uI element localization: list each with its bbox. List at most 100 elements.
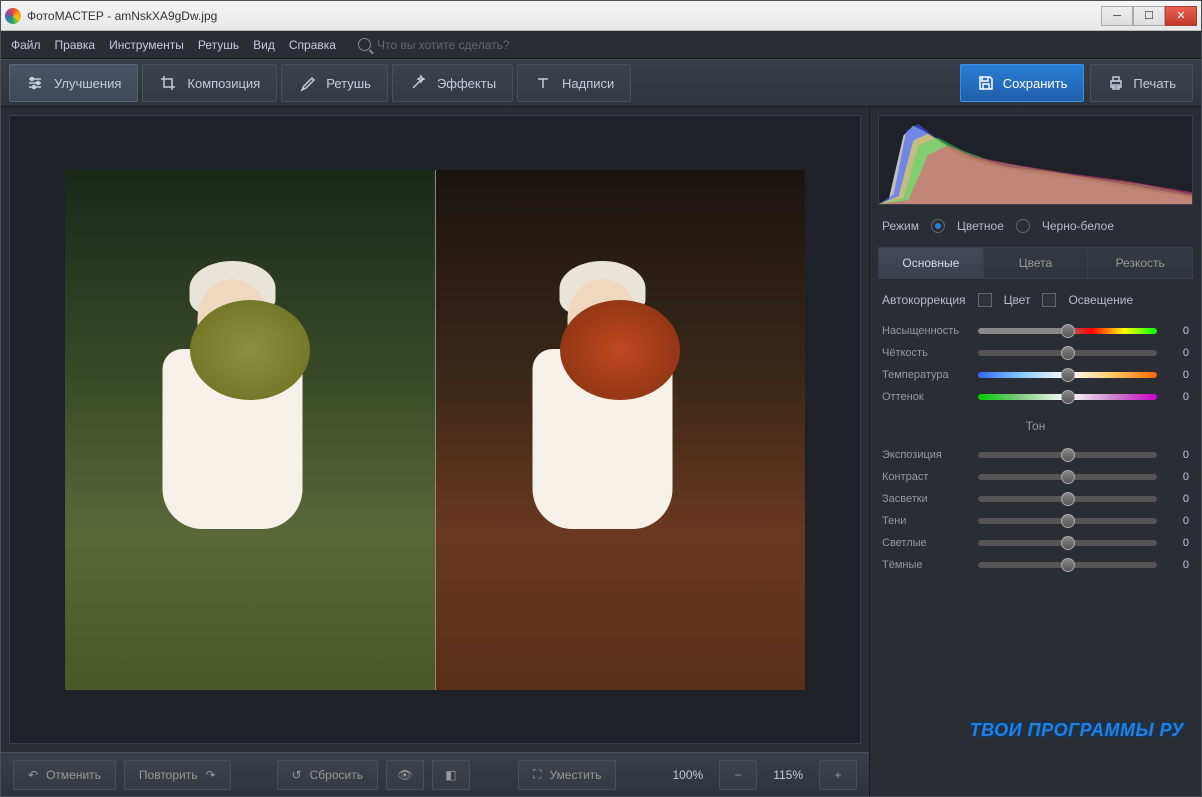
slider-thumb[interactable]: [1061, 346, 1075, 360]
menu-view[interactable]: Вид: [253, 38, 275, 52]
slider-value: 0: [1165, 515, 1189, 527]
undo-label: Отменить: [46, 768, 101, 782]
slider-label: Оттенок: [882, 391, 970, 403]
tab-colors[interactable]: Цвета: [984, 248, 1089, 278]
tone-slider-row: Тёмные0: [882, 559, 1189, 571]
slider-thumb[interactable]: [1061, 514, 1075, 528]
plus-icon: +: [834, 768, 841, 782]
tab-composition[interactable]: Композиция: [142, 64, 277, 102]
slider-thumb[interactable]: [1061, 448, 1075, 462]
tone-slider-row: Контраст0: [882, 471, 1189, 483]
slider-track[interactable]: [978, 496, 1157, 502]
checkbox-light[interactable]: [1042, 293, 1056, 307]
tab-label: Надписи: [562, 76, 614, 91]
slider-thumb[interactable]: [1061, 390, 1075, 404]
slider-thumb[interactable]: [1061, 324, 1075, 338]
fit-button[interactable]: ⛶ Уместить: [518, 760, 616, 790]
slider-track[interactable]: [978, 350, 1157, 356]
slider-thumb[interactable]: [1061, 536, 1075, 550]
menu-file[interactable]: Файл: [11, 38, 41, 52]
preview-button[interactable]: 👁: [386, 760, 424, 790]
tone-slider-row: Светлые 0: [882, 537, 1189, 549]
wand-icon: [409, 74, 427, 92]
canvas-viewport[interactable]: [9, 115, 861, 744]
menu-retouch[interactable]: Ретушь: [198, 38, 239, 52]
image-after: [435, 170, 806, 690]
slider-track[interactable]: [978, 394, 1157, 400]
save-button[interactable]: Сохранить: [960, 64, 1085, 102]
tab-effects[interactable]: Эффекты: [392, 64, 513, 102]
menu-edit[interactable]: Правка: [55, 38, 96, 52]
checkbox-color[interactable]: [978, 293, 992, 307]
slider-track[interactable]: [978, 452, 1157, 458]
slider-label: Контраст: [882, 471, 970, 483]
slider-label: Экспозиция: [882, 449, 970, 461]
auto-correction-row: Автокоррекция Цвет Освещение: [878, 287, 1193, 313]
slider-value: 0: [1165, 493, 1189, 505]
brush-icon: [298, 74, 316, 92]
zoom-in-button[interactable]: +: [819, 760, 857, 790]
tone-slider-row: Засветки0: [882, 493, 1189, 505]
tab-label: Композиция: [187, 76, 260, 91]
slider-thumb[interactable]: [1061, 558, 1075, 572]
minus-icon: −: [735, 768, 742, 782]
slider-value: 0: [1165, 369, 1189, 381]
menu-help[interactable]: Справка: [289, 38, 336, 52]
undo-button[interactable]: ↶ Отменить: [13, 760, 116, 790]
tab-sharpness[interactable]: Резкость: [1088, 248, 1192, 278]
slider-track[interactable]: [978, 518, 1157, 524]
slider-thumb[interactable]: [1061, 492, 1075, 506]
image-before: [65, 170, 435, 690]
bottombar: ↶ Отменить Повторить ↷ ↺ Сбросить 👁 ◧: [1, 752, 869, 796]
toolbar: Улучшения Композиция Ретушь Эффекты Надп…: [1, 59, 1201, 107]
compare-view: [65, 170, 805, 690]
mode-row: Режим Цветное Черно-белое: [878, 213, 1193, 239]
histogram[interactable]: [878, 115, 1193, 205]
tab-retouch[interactable]: Ретушь: [281, 64, 388, 102]
reset-label: Сбросить: [310, 768, 363, 782]
radio-bw[interactable]: [1016, 219, 1030, 233]
search-box[interactable]: Что вы хотите сделать?: [358, 38, 510, 52]
slider-value: 0: [1165, 537, 1189, 549]
tab-label: Эффекты: [437, 76, 496, 91]
search-placeholder: Что вы хотите сделать?: [377, 38, 510, 52]
maximize-button[interactable]: ☐: [1133, 6, 1165, 26]
menubar: Файл Правка Инструменты Ретушь Вид Справ…: [1, 31, 1201, 59]
tone-title: Тон: [878, 415, 1193, 437]
zoom-out-button[interactable]: −: [719, 760, 757, 790]
slider-label: Светлые: [882, 537, 970, 549]
zoom-100[interactable]: 100%: [664, 768, 711, 782]
radio-color[interactable]: [931, 219, 945, 233]
reset-button[interactable]: ↺ Сбросить: [277, 760, 378, 790]
slider-track[interactable]: [978, 562, 1157, 568]
redo-button[interactable]: Повторить ↷: [124, 760, 231, 790]
compare-button[interactable]: ◧: [432, 760, 470, 790]
top-slider-row: Насыщенность0: [882, 325, 1189, 337]
slider-thumb[interactable]: [1061, 470, 1075, 484]
top-slider-row: Температура 0: [882, 369, 1189, 381]
save-icon: [977, 74, 995, 92]
slider-thumb[interactable]: [1061, 368, 1075, 382]
slider-label: Насыщенность: [882, 325, 970, 337]
tab-basic[interactable]: Основные: [879, 248, 984, 278]
app-icon: [5, 8, 21, 24]
tab-enhance[interactable]: Улучшения: [9, 64, 138, 102]
slider-value: 0: [1165, 347, 1189, 359]
window-title: ФотоМАСТЕР - amNskXA9gDw.jpg: [27, 9, 1101, 23]
slider-track[interactable]: [978, 474, 1157, 480]
minimize-button[interactable]: ─: [1101, 6, 1133, 26]
slider-track[interactable]: [978, 372, 1157, 378]
slider-label: Температура: [882, 369, 970, 381]
slider-value: 0: [1165, 391, 1189, 403]
slider-value: 0: [1165, 559, 1189, 571]
menu-tools[interactable]: Инструменты: [109, 38, 184, 52]
top-slider-row: Оттенок 0: [882, 391, 1189, 403]
print-label: Печать: [1133, 76, 1176, 91]
tab-text[interactable]: Надписи: [517, 64, 631, 102]
slider-track[interactable]: [978, 328, 1157, 334]
zoom-value: 115%: [765, 768, 811, 782]
close-button[interactable]: ✕: [1165, 6, 1197, 26]
slider-track[interactable]: [978, 540, 1157, 546]
print-button[interactable]: Печать: [1090, 64, 1193, 102]
compare-icon: ◧: [445, 768, 456, 782]
